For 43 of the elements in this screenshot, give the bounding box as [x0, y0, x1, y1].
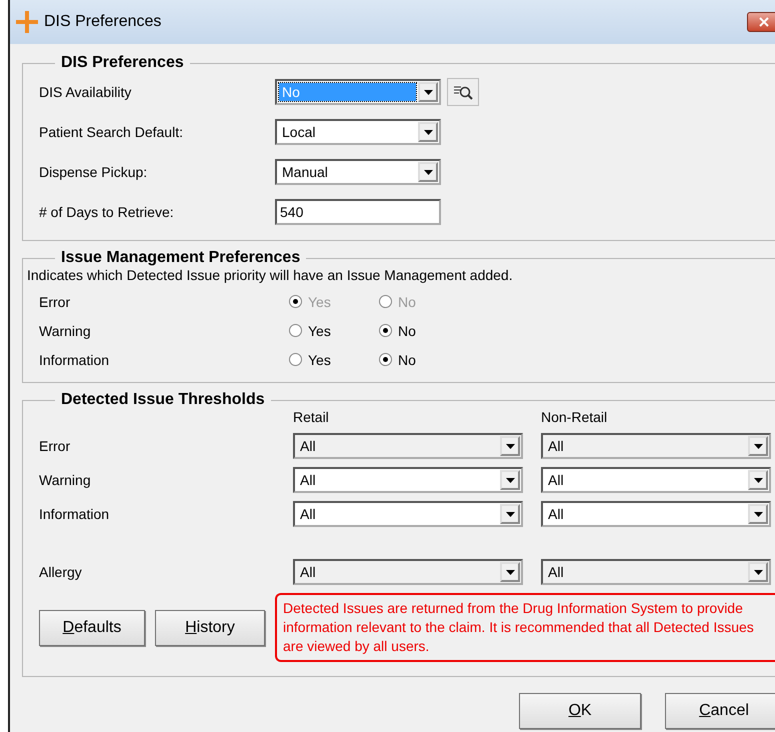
row-label: Warning — [39, 322, 92, 338]
warning-note: Detected Issues are returned from the Drug Information System to provide information relevant to the claim. It is recommended that all Detected Issues are viewed by all users. — [275, 593, 775, 662]
window-title: DIS Preferences — [44, 13, 162, 31]
dropdown[interactable]: All — [541, 467, 771, 493]
row-label: Information — [39, 352, 110, 368]
radio-button[interactable] — [289, 324, 302, 337]
radio-option[interactable]: No — [379, 352, 469, 368]
column-header: Retail — [293, 409, 330, 425]
action-button[interactable]: Defaults — [39, 610, 145, 646]
row-label: Allergy — [39, 564, 83, 580]
input-field[interactable]: 540 — [275, 199, 441, 225]
dropdown[interactable]: All — [293, 501, 523, 527]
column-header: Non-Retail — [541, 409, 608, 425]
row-label: Information — [39, 506, 110, 522]
dropdown[interactable]: Local — [275, 119, 441, 145]
row-label: Warning — [39, 472, 92, 488]
close-icon — [759, 17, 769, 27]
description-text: Indicates which Detected Issue priority will have an Issue Management added. — [27, 267, 514, 283]
dropdown[interactable]: All — [541, 501, 771, 527]
list-search-icon — [453, 84, 473, 100]
action-button[interactable]: History — [155, 610, 265, 646]
field-label: DIS Availability — [39, 84, 132, 100]
app-logo-icon — [16, 11, 38, 33]
field-label: Patient Search Default: — [39, 124, 184, 140]
radio-option[interactable]: Yes — [289, 352, 379, 368]
search-list-button[interactable] — [447, 78, 479, 106]
group-title: DIS Preferences — [60, 54, 185, 72]
group-title: Detected Issue Thresholds — [60, 391, 266, 409]
dropdown[interactable]: All — [293, 467, 523, 493]
group-title: Issue Management Preferences — [60, 249, 302, 267]
radio-option[interactable]: No — [379, 322, 469, 338]
field-label: Dispense Pickup: — [39, 164, 148, 180]
radio-option[interactable]: Yes — [289, 322, 379, 338]
close-button[interactable] — [747, 12, 775, 32]
dialog-button[interactable]: Cancel — [665, 693, 775, 729]
radio-button[interactable] — [379, 324, 392, 337]
dropdown[interactable]: Manual — [275, 159, 441, 185]
radio-button[interactable] — [379, 353, 392, 366]
row-label: Error — [39, 438, 72, 454]
row-label: Error — [39, 294, 72, 310]
radio-button[interactable] — [289, 353, 302, 366]
dialog-button[interactable]: OK — [519, 693, 641, 729]
field-label: # of Days to Retrieve: — [39, 204, 175, 220]
